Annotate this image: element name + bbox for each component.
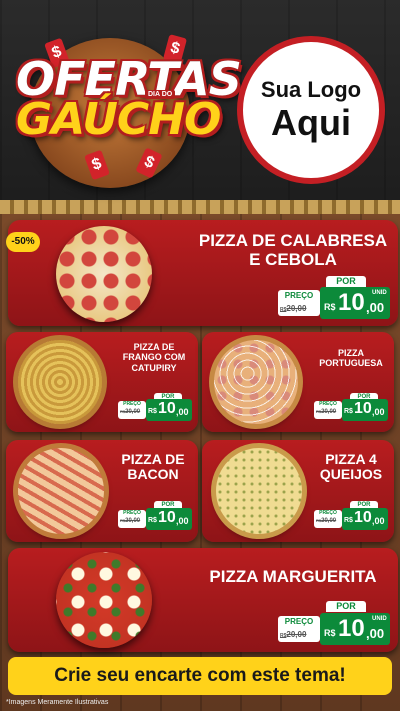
old-price-box: PREÇO R$20,00 (278, 290, 320, 316)
new-price-box: R$ 10 ,00 (342, 399, 388, 421)
price-integer: 10 (338, 289, 365, 316)
new-price-box: R$ 10 ,00 (146, 508, 192, 530)
old-price-box: PREÇO R$20,00 (118, 510, 146, 528)
calabresa-pizza-image (56, 226, 152, 322)
old-price-box: PREÇO R$20,00 (314, 510, 342, 528)
new-price-box: R$ 10 ,00 (342, 508, 388, 530)
cta-banner[interactable]: Crie seu encarte com este tema! (8, 657, 392, 695)
product-title: PIZZA MARGUERITA (209, 567, 377, 586)
por-label: POR (326, 601, 366, 612)
product-title: PIZZA DE CALABRESA E CEBOLA (190, 231, 396, 269)
price-decimal: ,00 (366, 300, 385, 315)
new-price-box: R$ 10 ,00 UNID (320, 287, 390, 319)
old-price-box: PREÇO R$20,00 (118, 401, 146, 419)
product-title: PIZZA 4 QUEIJOS (319, 451, 383, 483)
header-stripe (0, 200, 400, 214)
preco-label: PREÇO (284, 291, 314, 300)
discount-badge: -50% (6, 232, 40, 252)
product-title-line2: E CEBOLA (249, 249, 337, 269)
new-price-box: R$ 10 ,00 (146, 399, 192, 421)
logo-placeholder[interactable]: Sua Logo Aqui (237, 36, 385, 184)
disclaimer-text: *Imagens Meramente Ilustrativas (6, 699, 109, 706)
marguerita-pizza-image (56, 552, 152, 648)
frango-pizza-image (18, 340, 102, 424)
new-price-box: R$ 10 ,00 UNID (320, 613, 390, 645)
currency: R$ (324, 302, 336, 312)
bacon-pizza-image (18, 448, 104, 534)
portuguesa-pizza-image (214, 340, 298, 424)
product-title: PIZZA PORTUGUESA (319, 348, 383, 369)
logo-text-line2: Aqui (271, 102, 351, 143)
badge-title-gaucho: GAÚCHO (16, 94, 221, 145)
logo-text-line1: Sua Logo (260, 77, 362, 102)
old-price-box: PREÇO R$20,00 (278, 616, 320, 642)
queijos-pizza-image (216, 448, 302, 534)
unit-label: UNID (372, 290, 387, 296)
product-title-line1: PIZZA DE CALABRESA (198, 231, 388, 250)
product-title: PIZZA DE FRANGO COM CATUPIRY (122, 342, 186, 373)
old-price-box: PREÇO R$20,00 (314, 401, 342, 419)
product-title: PIZZA DE BACON (121, 451, 185, 483)
old-price: R$20,00 (280, 304, 307, 313)
por-label: POR (326, 276, 366, 287)
